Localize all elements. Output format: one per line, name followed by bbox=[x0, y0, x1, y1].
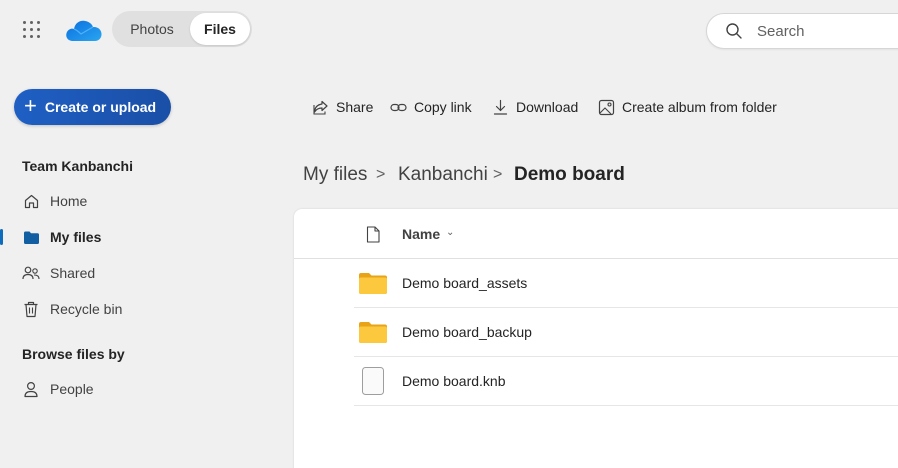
sidebar-section-title: Team Kanbanchi bbox=[22, 158, 133, 174]
create-album-button[interactable]: Create album from folder bbox=[598, 96, 777, 118]
tab-files[interactable]: Files bbox=[190, 13, 250, 45]
person-icon bbox=[22, 380, 40, 398]
breadcrumb-kanbanchi[interactable]: Kanbanchi bbox=[398, 162, 488, 188]
column-header-name[interactable]: Name bbox=[402, 226, 440, 242]
folder-icon bbox=[358, 270, 388, 296]
file-list-header: Name ⌄ bbox=[294, 209, 898, 259]
image-icon bbox=[598, 99, 615, 115]
sidebar-item-label: Shared bbox=[50, 265, 96, 281]
sidebar-item-label: My files bbox=[50, 229, 102, 245]
onedrive-logo-icon[interactable] bbox=[64, 14, 104, 46]
chevron-down-icon[interactable]: ⌄ bbox=[446, 227, 454, 238]
sidebar-item-shared[interactable]: Shared bbox=[0, 257, 260, 289]
browse-files-title: Browse files by bbox=[22, 346, 125, 362]
copy-link-button[interactable]: Copy link bbox=[390, 96, 472, 118]
file-name[interactable]: Demo board.knb bbox=[402, 373, 506, 389]
people-icon bbox=[22, 264, 40, 282]
file-name[interactable]: Demo board_backup bbox=[402, 324, 532, 340]
download-icon bbox=[493, 99, 508, 115]
create-or-upload-label: Create or upload bbox=[44, 99, 157, 115]
download-label: Download bbox=[516, 99, 579, 115]
download-button[interactable]: Download bbox=[492, 96, 578, 118]
breadcrumb-current-folder: Demo board bbox=[514, 164, 625, 185]
list-item[interactable]: Demo board_assets bbox=[354, 259, 898, 308]
sidebar-item-label: Home bbox=[50, 193, 88, 209]
plus-icon: + bbox=[24, 93, 37, 118]
file-type-icon[interactable] bbox=[366, 226, 380, 243]
sidebar-item-people[interactable]: People bbox=[0, 373, 260, 405]
create-or-upload-button[interactable]: + Create or upload bbox=[14, 89, 171, 125]
search-icon bbox=[726, 23, 742, 39]
home-icon bbox=[22, 192, 40, 210]
list-item[interactable]: Demo board_backup bbox=[354, 308, 898, 357]
file-name[interactable]: Demo board_assets bbox=[402, 275, 527, 291]
folder-icon bbox=[22, 228, 40, 246]
share-button[interactable]: Share bbox=[312, 96, 373, 118]
sidebar-item-home[interactable]: Home bbox=[0, 185, 260, 217]
breadcrumb-separator: > bbox=[493, 166, 503, 183]
tab-photos[interactable]: Photos bbox=[114, 13, 190, 45]
share-label: Share bbox=[336, 99, 374, 115]
trash-icon bbox=[22, 300, 40, 318]
list-item[interactable]: Demo board.knb bbox=[354, 357, 898, 406]
folder-icon bbox=[358, 319, 388, 345]
sidebar-item-label: People bbox=[50, 381, 94, 397]
app-launcher-icon[interactable] bbox=[22, 20, 42, 40]
view-switcher: Photos Files bbox=[112, 11, 252, 47]
create-album-label: Create album from folder bbox=[622, 99, 777, 115]
file-list: Name ⌄ Demo board_assets Demo board_back… bbox=[294, 209, 898, 468]
share-icon bbox=[313, 100, 328, 115]
generic-file-icon bbox=[358, 367, 388, 395]
sidebar-item-label: Recycle bin bbox=[50, 301, 123, 317]
copy-link-label: Copy link bbox=[414, 99, 472, 115]
sidebar-item-recycle-bin[interactable]: Recycle bin bbox=[0, 293, 260, 325]
search-box[interactable]: Search bbox=[706, 13, 898, 49]
breadcrumb-my-files[interactable]: My files bbox=[303, 162, 367, 188]
search-input[interactable]: Search bbox=[757, 23, 805, 40]
link-icon bbox=[390, 103, 407, 111]
breadcrumb-separator: > bbox=[376, 166, 386, 183]
sidebar-item-my-files[interactable]: My files bbox=[0, 221, 260, 253]
